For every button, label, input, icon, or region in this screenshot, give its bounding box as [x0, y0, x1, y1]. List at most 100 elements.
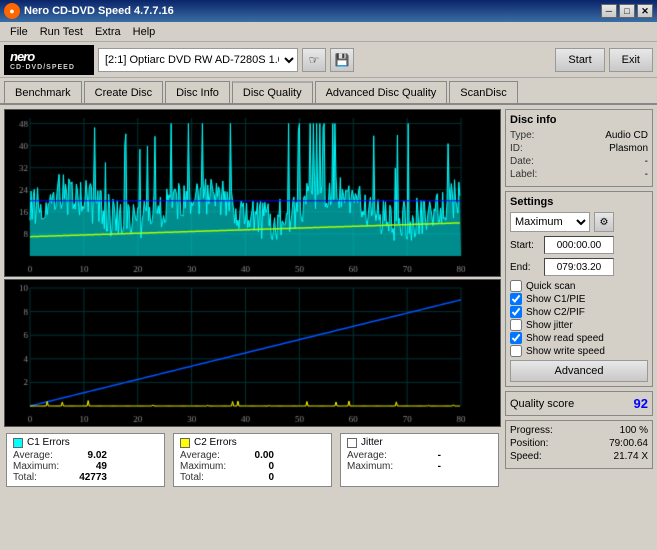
position-value: 79:00.64	[609, 438, 648, 449]
end-time-row: End:	[510, 258, 648, 276]
menu-file[interactable]: File	[4, 24, 34, 40]
tab-disc-quality[interactable]: Disc Quality	[232, 81, 313, 103]
quick-scan-row: Quick scan	[510, 280, 648, 292]
jitter-max-value: -	[401, 461, 441, 472]
disc-date-row: Date: -	[510, 156, 648, 167]
top-chart-panel	[4, 109, 501, 277]
c1-errors-legend: C1 Errors Average: 9.02 Maximum: 49 Tota…	[6, 433, 165, 487]
quality-value: 92	[634, 396, 648, 411]
c1-avg-label: Average:	[13, 450, 63, 461]
c2-color-box	[180, 438, 190, 448]
hand-icon-button[interactable]: ☞	[302, 48, 326, 72]
c1-total-label: Total:	[13, 472, 63, 483]
c2-max-label: Maximum:	[180, 461, 230, 472]
jitter-average-row: Average: -	[347, 450, 492, 461]
start-time-label: Start:	[510, 240, 540, 251]
advanced-button[interactable]: Advanced	[510, 360, 648, 382]
top-chart-canvas	[5, 110, 481, 276]
disc-label-row: Label: -	[510, 169, 648, 180]
end-time-label: End:	[510, 262, 540, 273]
show-c1pie-row: Show C1/PIE	[510, 293, 648, 305]
main-content: C1 Errors Average: 9.02 Maximum: 49 Tota…	[0, 105, 657, 550]
speed-row: Maximum 4x 8x 16x ⚙	[510, 212, 648, 232]
c2-avg-value: 0.00	[234, 450, 274, 461]
progress-value: 100 %	[620, 425, 648, 436]
disc-label-value: -	[645, 169, 648, 180]
minimize-button[interactable]: ─	[601, 4, 617, 18]
disc-id-value: Plasmon	[609, 143, 648, 154]
menu-extra[interactable]: Extra	[89, 24, 127, 40]
menu-help[interactable]: Help	[127, 24, 162, 40]
c2-max-value: 0	[234, 461, 274, 472]
jitter-avg-label: Average:	[347, 450, 397, 461]
tab-bar: Benchmark Create Disc Disc Info Disc Qua…	[0, 78, 657, 105]
start-button[interactable]: Start	[555, 48, 604, 72]
menu-run-test[interactable]: Run Test	[34, 24, 89, 40]
drive-select[interactable]: [2:1] Optiarc DVD RW AD-7280S 1.01	[98, 48, 298, 72]
chart-area: C1 Errors Average: 9.02 Maximum: 49 Tota…	[4, 109, 501, 546]
disc-type-row: Type: Audio CD	[510, 130, 648, 141]
tab-disc-info[interactable]: Disc Info	[165, 81, 230, 103]
settings-title: Settings	[510, 196, 648, 208]
nero-logo-text: nero	[10, 49, 34, 64]
progress-label: Progress:	[510, 425, 553, 436]
right-panel: Disc info Type: Audio CD ID: Plasmon Dat…	[505, 109, 653, 546]
c1-avg-value: 9.02	[67, 450, 107, 461]
close-window-button[interactable]: ✕	[637, 4, 653, 18]
nero-logo: nero CD·DVD/SPEED	[4, 45, 94, 75]
c2-total-label: Total:	[180, 472, 230, 483]
jitter-title: Jitter	[347, 437, 492, 448]
tab-advanced-disc-quality[interactable]: Advanced Disc Quality	[315, 81, 448, 103]
show-jitter-row: Show jitter	[510, 319, 648, 331]
save-icon-button[interactable]: 💾	[330, 48, 354, 72]
exit-button[interactable]: Exit	[609, 48, 653, 72]
settings-icon-button[interactable]: ⚙	[594, 212, 614, 232]
disc-info-title: Disc info	[510, 114, 648, 126]
jitter-avg-value: -	[401, 450, 441, 461]
start-time-input[interactable]	[544, 236, 614, 254]
show-write-speed-label: Show write speed	[526, 346, 605, 357]
toolbar: nero CD·DVD/SPEED [2:1] Optiarc DVD RW A…	[0, 42, 657, 78]
show-c2pif-checkbox[interactable]	[510, 306, 522, 318]
position-row: Position: 79:00.64	[510, 438, 648, 449]
show-c2pif-label: Show C2/PIF	[526, 307, 585, 318]
disc-info-section: Disc info Type: Audio CD ID: Plasmon Dat…	[505, 109, 653, 187]
tab-create-disc[interactable]: Create Disc	[84, 81, 163, 103]
show-c1pie-checkbox[interactable]	[510, 293, 522, 305]
tab-benchmark[interactable]: Benchmark	[4, 81, 82, 103]
c2-total-row: Total: 0	[180, 472, 325, 483]
c2-average-row: Average: 0.00	[180, 450, 325, 461]
c1-max-label: Maximum:	[13, 461, 63, 472]
start-time-row: Start:	[510, 236, 648, 254]
speed-value: 21.74 X	[614, 451, 648, 462]
quality-row: Quality score 92	[510, 396, 648, 411]
c2-avg-label: Average:	[180, 450, 230, 461]
settings-section: Settings Maximum 4x 8x 16x ⚙ Start: End:	[505, 191, 653, 387]
disc-date-label: Date:	[510, 156, 534, 167]
disc-id-label: ID:	[510, 143, 523, 154]
end-time-input[interactable]	[544, 258, 614, 276]
window-title: Nero CD-DVD Speed 4.7.7.16	[24, 5, 174, 17]
c2-title: C2 Errors	[180, 437, 325, 448]
disc-date-value: -	[645, 156, 648, 167]
speed-select[interactable]: Maximum 4x 8x 16x	[510, 212, 590, 232]
quick-scan-checkbox[interactable]	[510, 280, 522, 292]
c1-max-row: Maximum: 49	[13, 461, 158, 472]
show-c2pif-row: Show C2/PIF	[510, 306, 648, 318]
jitter-max-row: Maximum: -	[347, 461, 492, 472]
c1-average-row: Average: 9.02	[13, 450, 158, 461]
c2-total-value: 0	[234, 472, 274, 483]
disc-label-label: Label:	[510, 169, 537, 180]
menu-bar: File Run Test Extra Help	[0, 22, 657, 42]
show-write-speed-checkbox[interactable]	[510, 345, 522, 357]
disc-type-label: Type:	[510, 130, 534, 141]
stats-section: Progress: 100 % Position: 79:00.64 Speed…	[505, 420, 653, 469]
c1-title-text: C1 Errors	[27, 437, 70, 448]
tab-scan-disc[interactable]: ScanDisc	[449, 81, 517, 103]
show-read-speed-checkbox[interactable]	[510, 332, 522, 344]
show-jitter-checkbox[interactable]	[510, 319, 522, 331]
restore-button[interactable]: □	[619, 4, 635, 18]
tabs-container: Benchmark Create Disc Disc Info Disc Qua…	[0, 78, 657, 103]
disc-type-value: Audio CD	[605, 130, 648, 141]
title-bar-buttons: ─ □ ✕	[601, 4, 653, 18]
